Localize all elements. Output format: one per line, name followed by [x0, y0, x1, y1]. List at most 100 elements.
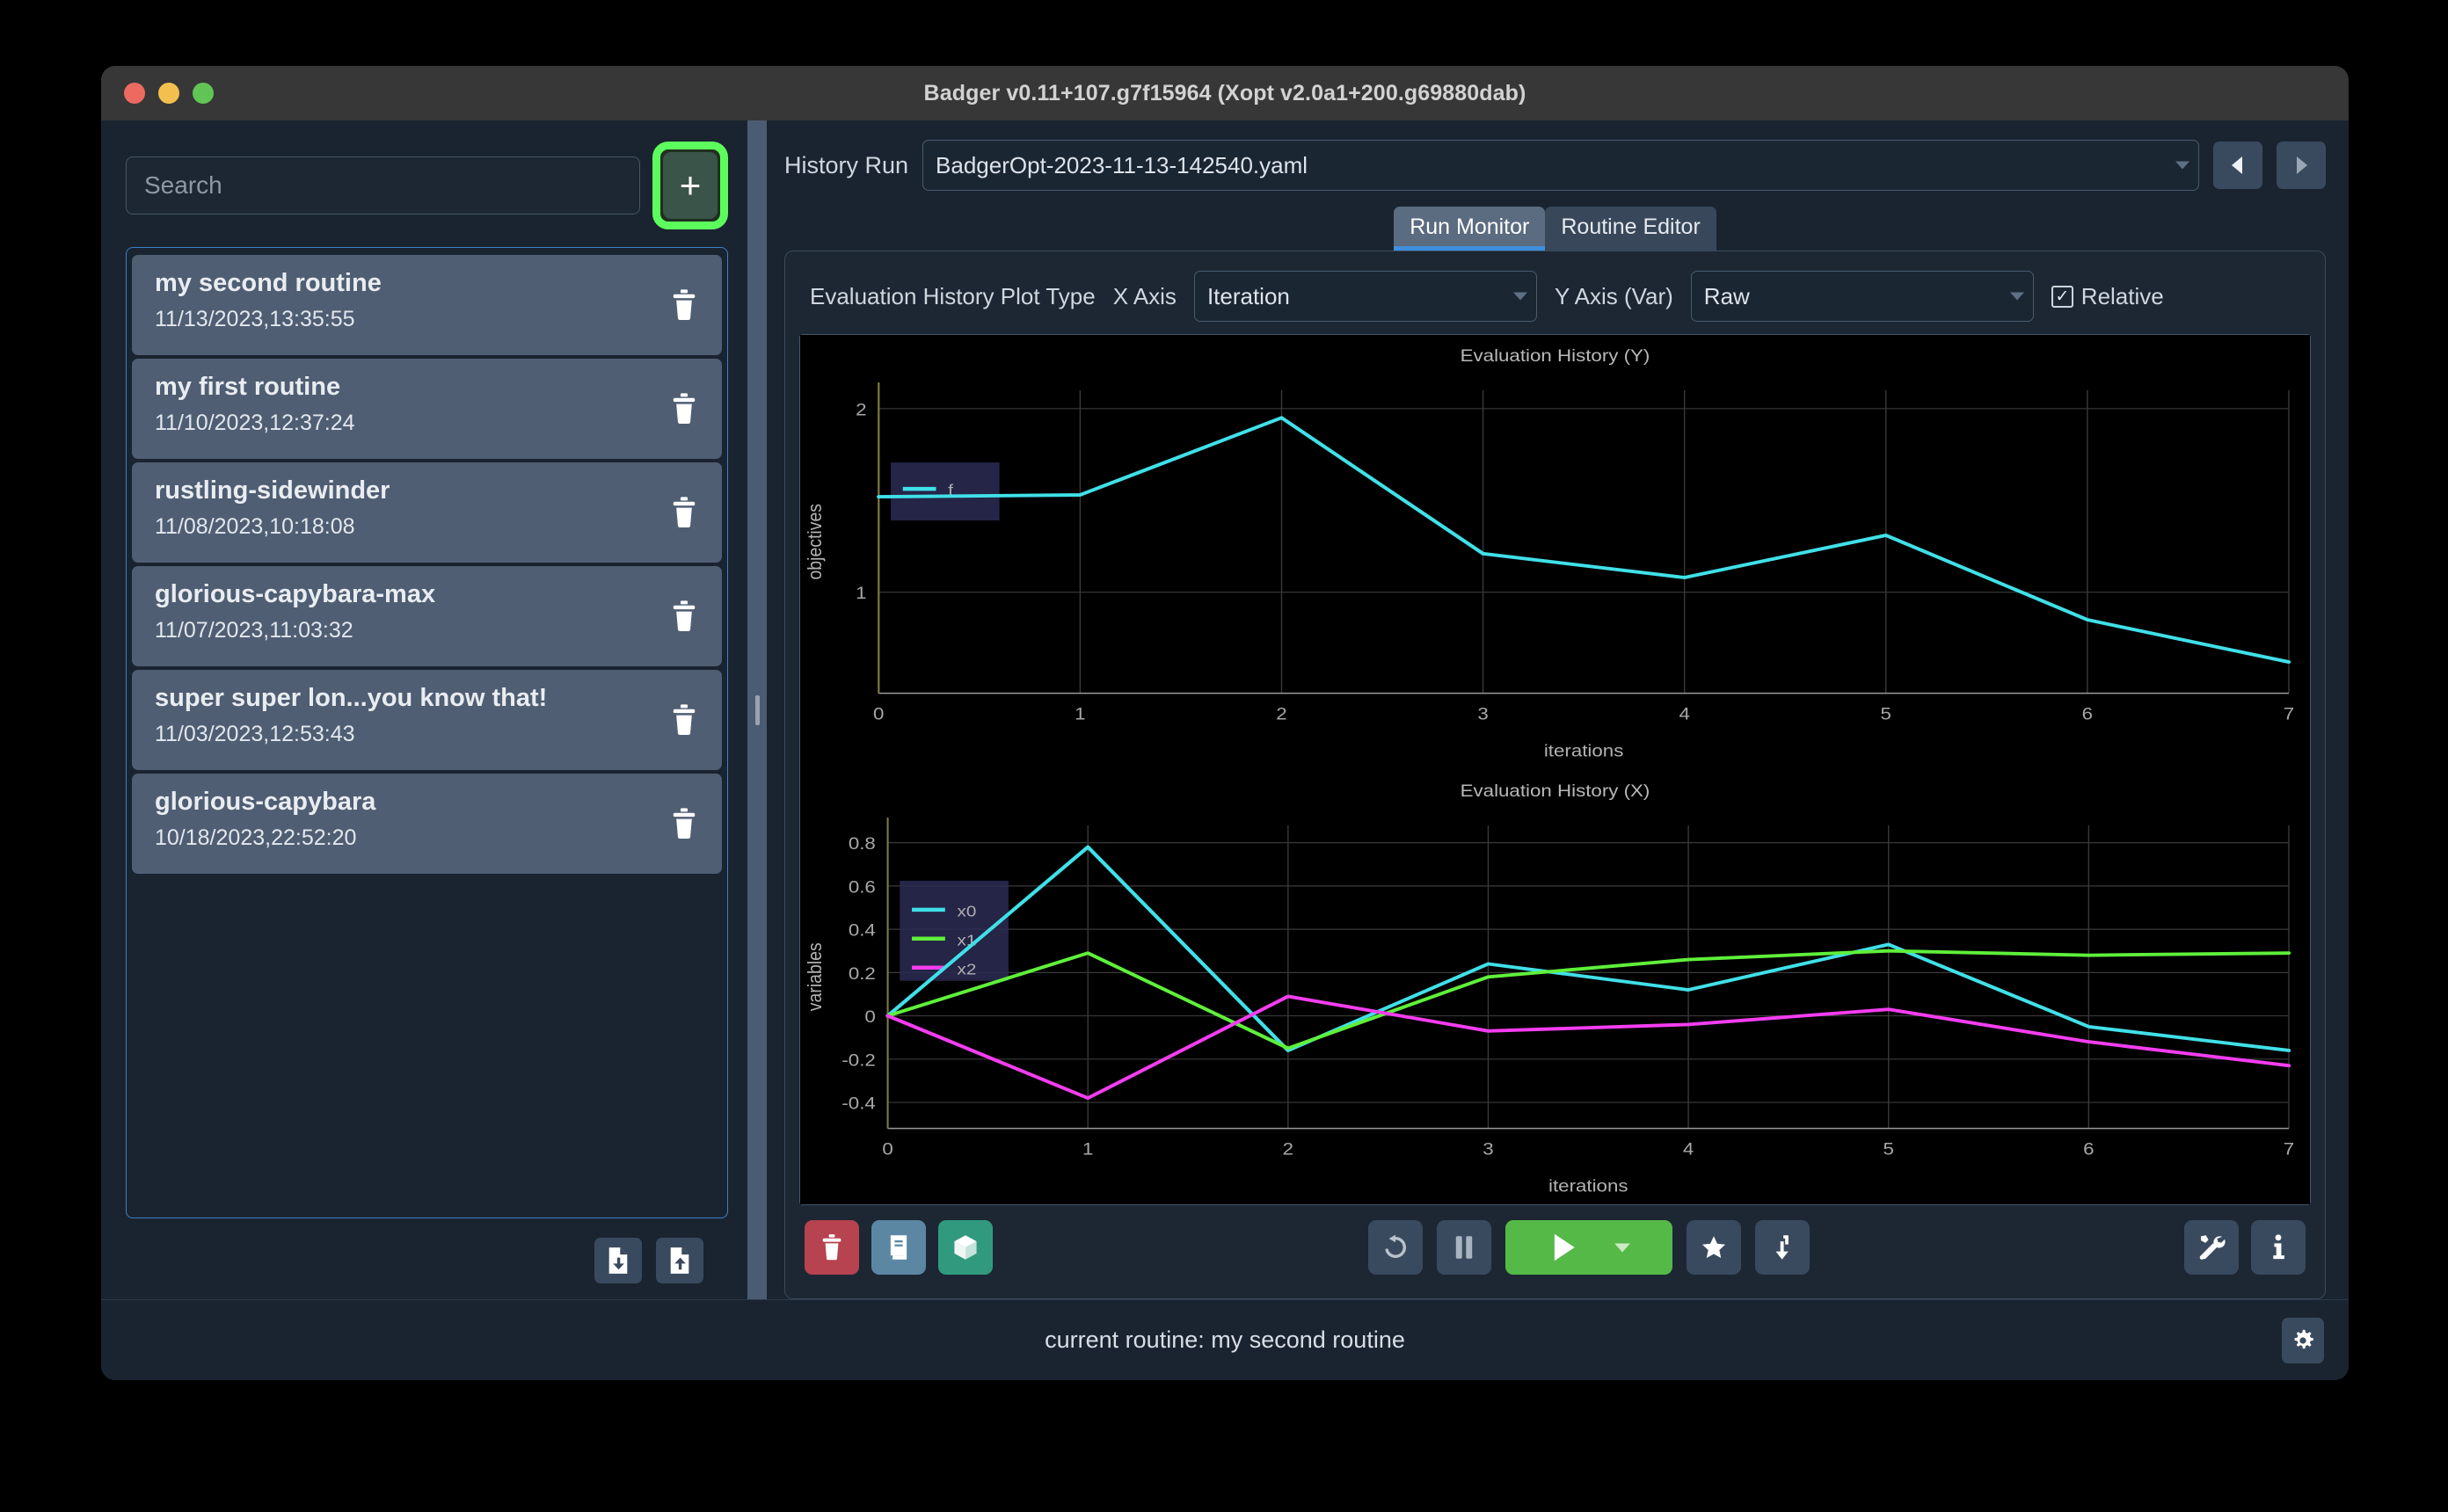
y-tick-label: 0.8: [849, 834, 876, 853]
y-axis-title: variables: [805, 942, 827, 1011]
x-tick-label: 3: [1477, 705, 1488, 723]
history-run-label: History Run: [784, 151, 909, 178]
tools-button[interactable]: [2184, 1220, 2239, 1275]
evaluation-history-y-plot[interactable]: Evaluation History (Y) 0 1 2 3 4 5 6 7 1 2 iteratio…: [800, 335, 2310, 770]
favorite-button[interactable]: [1686, 1220, 1741, 1275]
play-icon: [1554, 1233, 1575, 1261]
x-tick-label: 2: [1283, 1139, 1293, 1158]
routine-list-item[interactable]: glorious-capybara 10/18/2023,22:52:20: [132, 774, 722, 874]
add-routine-button[interactable]: +: [663, 152, 718, 219]
relative-label: Relative: [2080, 282, 2164, 309]
routine-list-item[interactable]: glorious-capybara-max 11/07/2023,11:03:32: [132, 566, 722, 666]
y-tick-label: -0.4: [842, 1094, 876, 1112]
x-tick-label: 6: [2083, 1139, 2094, 1158]
caret-right-icon: [2297, 156, 2307, 174]
toolbar-right-group: [2184, 1220, 2306, 1275]
x-tick-label: 0: [873, 705, 884, 723]
export-routine-button[interactable]: [656, 1238, 703, 1283]
main-split: + my second routine11/13/2023,13:35:55my…: [101, 120, 2349, 1299]
evaluation-history-x-plot[interactable]: Evaluation History (X) 0 1 2 3 4 5 6 7 0.8 0.6 0.4 0…: [800, 769, 2310, 1204]
info-icon: [2273, 1234, 2284, 1260]
add-routine-highlight: +: [652, 142, 728, 229]
trash-icon: [673, 808, 696, 839]
x-tick-label: 4: [1679, 705, 1690, 723]
legend-label: x2: [958, 961, 977, 978]
delete-routine-button[interactable]: [669, 807, 699, 840]
status-bar: current routine: my second routine: [101, 1299, 2349, 1380]
plot-type-label: Evaluation History Plot Type: [810, 282, 1096, 309]
search-input[interactable]: [126, 156, 640, 214]
routine-timestamp: 11/10/2023,12:37:24: [155, 411, 355, 435]
application-window: Badger v0.11+107.g7f15964 (Xopt v2.0a1+2…: [101, 66, 2349, 1380]
tab-routine-editor[interactable]: Routine Editor: [1545, 207, 1716, 251]
x-tick-label: 3: [1483, 1139, 1493, 1158]
routine-list-item[interactable]: my first routine 11/10/2023,12:37:24: [132, 359, 722, 459]
delete-routine-button[interactable]: [669, 496, 699, 529]
import-routine-button[interactable]: [594, 1238, 642, 1283]
tab-run-monitor[interactable]: Run Monitor: [1394, 207, 1546, 251]
routine-name: glorious-capybara: [155, 788, 376, 816]
file-download-icon: [608, 1247, 628, 1274]
book-icon: [890, 1235, 907, 1260]
prev-run-button[interactable]: [2213, 142, 2262, 189]
routine-timestamp: 11/08/2023,10:18:08: [155, 514, 355, 539]
routine-name: glorious-capybara-max: [155, 580, 436, 608]
chevron-down-icon: [2009, 292, 2024, 301]
trash-icon: [673, 497, 696, 527]
plot-title: Evaluation History (X): [1461, 781, 1650, 800]
plot-title: Evaluation History (Y): [1461, 346, 1650, 365]
y-tick-label: 0: [864, 1007, 875, 1026]
delete-routine-button[interactable]: [669, 600, 699, 633]
y-axis-select[interactable]: Raw: [1690, 271, 2034, 322]
extract-button[interactable]: [938, 1220, 993, 1275]
trash-icon: [673, 704, 696, 735]
info-button[interactable]: [2251, 1220, 2306, 1275]
pause-icon: [1455, 1236, 1472, 1259]
trash-icon: [673, 600, 696, 631]
routine-list-item[interactable]: super super lon...you know that! 11/03/20…: [132, 670, 722, 770]
wrench-screwdriver-icon: [2199, 1235, 2226, 1260]
x-tick-label: 7: [2284, 1139, 2294, 1158]
routine-name: my first routine: [155, 373, 341, 401]
monitor-card: Evaluation History Plot Type X Axis Iter…: [784, 251, 2326, 1299]
routine-list-item[interactable]: my second routine 11/13/2023,13:35:55: [132, 255, 722, 355]
routine-list-item[interactable]: rustling-sidewinder 11/08/2023,10:18:08: [132, 462, 722, 563]
run-dropdown-caret-icon[interactable]: [1614, 1241, 1631, 1254]
routine-name: my second routine: [155, 269, 382, 297]
x-tick-label: 0: [882, 1139, 892, 1158]
pause-button[interactable]: [1436, 1220, 1491, 1275]
routine-list[interactable]: my second routine 11/13/2023,13:35:55 my f…: [126, 247, 728, 1218]
history-run-select[interactable]: BadgerOpt-2023-11-13-142540.yaml: [922, 140, 2199, 191]
plot-controls: Evaluation History Plot Type X Axis Iter…: [799, 267, 2311, 334]
settings-button[interactable]: [2282, 1317, 2324, 1363]
chevron-down-icon: [2175, 161, 2189, 170]
panel-splitter[interactable]: [747, 120, 767, 1299]
trash-icon: [673, 393, 696, 424]
next-run-button[interactable]: [2277, 142, 2326, 189]
logbook-button[interactable]: [871, 1220, 926, 1275]
x-axis-title: iterations: [1548, 1176, 1628, 1195]
reset-button[interactable]: [1367, 1220, 1423, 1275]
plot-area: Evaluation History (Y) 0 1 2 3 4 5 6 7 1 2 iteratio…: [799, 334, 2311, 1205]
routine-timestamp: 11/03/2023,12:53:43: [155, 722, 355, 746]
undo-icon: [1384, 1234, 1406, 1258]
delete-routine-button[interactable]: [669, 703, 699, 737]
relative-checkbox[interactable]: ✓ Relative: [2051, 283, 2164, 310]
x-axis-select[interactable]: Iteration: [1193, 271, 1537, 322]
jump-to-optimum-button[interactable]: [1754, 1220, 1810, 1275]
file-upload-icon: [670, 1247, 689, 1274]
routine-timestamp: 11/07/2023,11:03:32: [155, 618, 353, 643]
x-axis-title: iterations: [1544, 742, 1624, 760]
x-tick-label: 6: [2082, 705, 2093, 723]
arrow-down-hook-icon: [1775, 1235, 1789, 1260]
y-axis-label: Y Axis (Var): [1554, 282, 1673, 309]
delete-routine-button[interactable]: [669, 288, 699, 322]
y-tick-label: 0.6: [849, 877, 876, 896]
current-routine-status: current routine: my second routine: [1045, 1327, 1405, 1353]
y-tick-label: 1: [856, 584, 866, 602]
run-button[interactable]: [1504, 1220, 1672, 1275]
y-tick-label: 0.2: [849, 964, 876, 983]
x-tick-label: 7: [2284, 705, 2294, 723]
delete-run-button[interactable]: [805, 1220, 859, 1275]
delete-routine-button[interactable]: [669, 392, 699, 425]
